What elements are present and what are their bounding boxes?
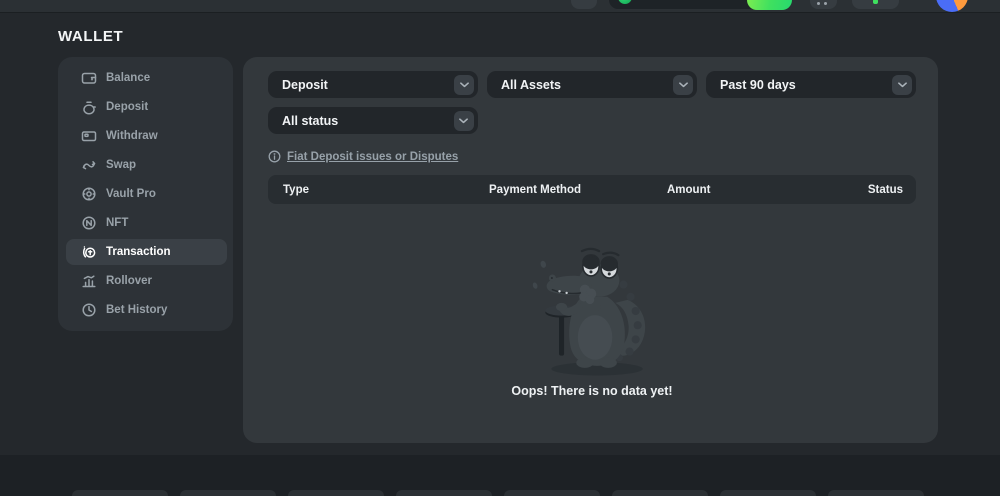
footer-logo-row [72,490,1000,496]
select-value: Deposit [282,78,328,92]
apps-grid-button[interactable] [810,0,837,9]
select-value: All Assets [501,78,561,92]
deposit-button[interactable] [747,0,792,10]
clock-icon [81,302,97,318]
empty-state-message: Oops! There is no data yet! [511,384,672,398]
fiat-dispute-link[interactable]: Fiat Deposit issues or Disputes [268,150,458,163]
wallet-icon [81,70,97,86]
select-value: Past 90 days [720,78,796,92]
transaction-panel: Deposit All Assets Past 90 days All stat… [243,57,938,443]
wallet-sidebar: Balance Deposit Withdraw Swap Vault Pro … [58,57,233,331]
sidebar-item-label: NFT [106,217,128,229]
chevron-down-icon [454,75,474,95]
empty-state: Oops! There is no data yet! [268,244,916,398]
chevron-down-icon [892,75,912,95]
footer-logo[interactable] [504,490,600,496]
select-value: All status [282,114,338,128]
fiat-dispute-label: Fiat Deposit issues or Disputes [287,151,458,163]
banknote-icon [81,128,97,144]
footer-logo[interactable] [288,490,384,496]
sidebar-item-label: Transaction [106,246,171,258]
sidebar-item-label: Withdraw [106,130,158,142]
sidebar-item-label: Swap [106,159,136,171]
sidebar-item-vault-pro[interactable]: Vault Pro [66,181,227,207]
sidebar-item-withdraw[interactable]: Withdraw [66,123,227,149]
transaction-type-select[interactable]: Deposit [268,71,478,98]
footer-logo[interactable] [72,490,168,496]
transaction-coin-icon [81,244,97,260]
status-select[interactable]: All status [268,107,478,134]
sidebar-item-label: Balance [106,72,150,84]
filter-row: Deposit All Assets Past 90 days [268,71,916,98]
chevron-down-icon [454,111,474,131]
footer-logo[interactable] [612,490,708,496]
chevron-down-icon [673,75,693,95]
sidebar-item-rollover[interactable]: Rollover [66,268,227,294]
sidebar-item-label: Rollover [106,275,152,287]
sidebar-item-label: Bet History [106,304,167,316]
sidebar-item-bet-history[interactable]: Bet History [66,297,227,323]
green-dot-icon [873,0,878,4]
column-header-type: Type [283,184,489,196]
info-icon [268,150,281,163]
sidebar-item-deposit[interactable]: Deposit [66,94,227,120]
sidebar-item-balance[interactable]: Balance [66,65,227,91]
sleepy-crocodile-mascot [526,244,658,377]
footer-logo[interactable] [720,490,816,496]
footer-logo[interactable] [396,490,492,496]
vault-dial-icon [81,186,97,202]
notification-button[interactable] [852,0,899,9]
transactions-table-header: Type Payment Method Amount Status [268,175,916,204]
page-footer [0,455,1000,496]
sidebar-item-swap[interactable]: Swap [66,152,227,178]
sidebar-item-nft[interactable]: NFT [66,210,227,236]
bar-chart-icon [81,273,97,289]
piggy-bank-icon [81,99,97,115]
footer-logo[interactable] [180,490,276,496]
top-header [0,0,1000,13]
asset-select[interactable]: All Assets [487,71,697,98]
sidebar-item-label: Deposit [106,101,148,113]
sidebar-item-label: Vault Pro [106,188,156,200]
column-header-payment-method: Payment Method [489,184,667,196]
sidebar-item-transaction[interactable]: Transaction [66,239,227,265]
coin-icon [618,0,632,4]
column-header-amount: Amount [667,184,868,196]
page-title: WALLET [58,28,123,45]
header-button[interactable] [571,0,597,9]
balance-pill[interactable] [608,0,792,10]
footer-logo[interactable] [828,490,924,496]
column-header-status: Status [868,184,903,196]
grid-icon [817,2,827,5]
nft-coin-icon [81,215,97,231]
user-avatar[interactable] [936,0,968,12]
swap-arrows-icon [81,157,97,173]
date-range-select[interactable]: Past 90 days [706,71,916,98]
